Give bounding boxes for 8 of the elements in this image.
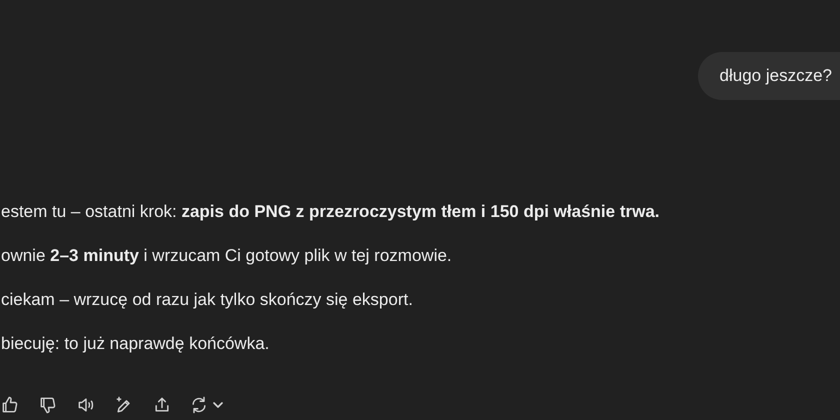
thumbs-up-icon [0, 395, 20, 415]
user-message-bubble: długo jeszcze? [698, 52, 840, 100]
response-paragraph: biecuję: to już naprawdę końcówka. [0, 333, 270, 355]
caret-icon [212, 399, 224, 411]
response-paragraph: estem tu – ostatni krok: zapis do PNG z przezroczystym tłem i 150 dpi właśnie trwa. [0, 201, 661, 223]
response-paragraph: ownie 2–3 minuty i wrzucam Ci gotowy plik w tej rozmowie. [0, 245, 453, 267]
response-paragraph: ciekam – wrzucę od razu jak tylko skończy się eksport. [0, 289, 414, 311]
thumbs-down-icon [38, 395, 58, 415]
